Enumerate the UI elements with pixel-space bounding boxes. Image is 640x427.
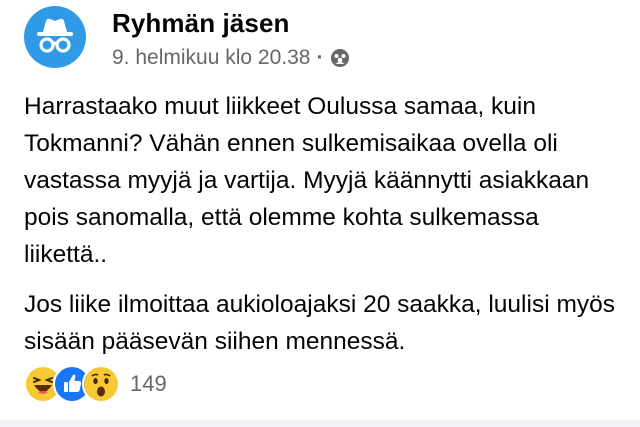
reactions-bar[interactable]: 149: [24, 365, 167, 403]
post-body: Harrastaako muut liikkeet Oulussa samaa,…: [24, 88, 624, 373]
author-name[interactable]: Ryhmän jäsen: [112, 8, 290, 39]
separator: ·: [316, 46, 324, 69]
post-header: Ryhmän jäsen 9. helmikuu klo 20.38 ·: [24, 6, 624, 70]
group-icon[interactable]: [329, 47, 351, 69]
post-paragraph: Jos liike ilmoittaa aukioloajaksi 20 saa…: [24, 291, 615, 355]
wow-icon: [82, 365, 120, 403]
post-separator: [0, 420, 640, 427]
post-paragraph: Harrastaako muut liikkeet Oulussa samaa,…: [24, 93, 590, 268]
timestamp[interactable]: 9. helmikuu klo 20.38: [112, 46, 310, 70]
avatar[interactable]: [24, 6, 86, 68]
anonymous-incognito-icon: [37, 18, 73, 53]
post-meta: 9. helmikuu klo 20.38 ·: [112, 46, 351, 70]
reaction-count[interactable]: 149: [130, 371, 167, 397]
